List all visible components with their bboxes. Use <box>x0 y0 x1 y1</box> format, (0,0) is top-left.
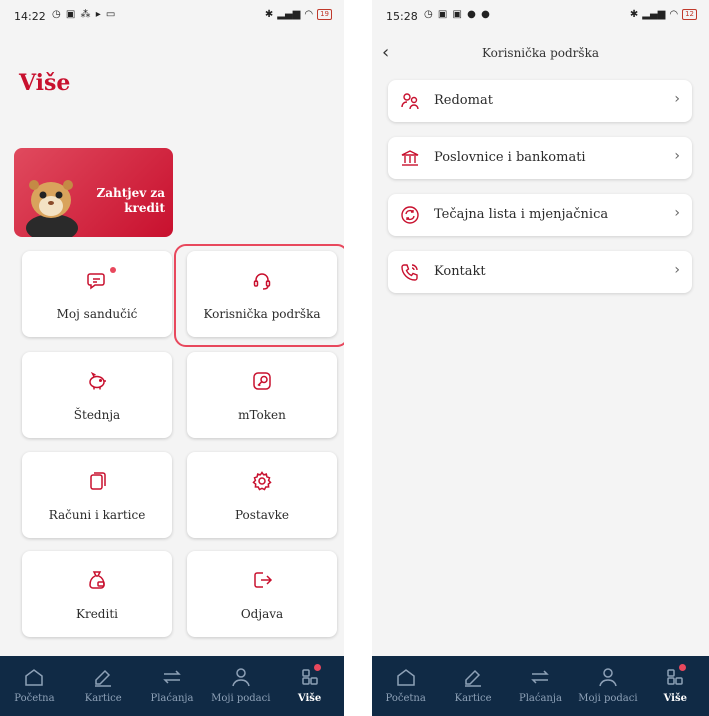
transfer-arrows-icon <box>163 670 181 684</box>
nav-cards[interactable]: Kartice <box>439 656 506 704</box>
tile-mailbox[interactable]: Moj sandučić <box>22 251 172 337</box>
tile-label: Postavke <box>234 508 290 522</box>
chevron-right-icon: › <box>674 91 680 107</box>
row-label: Poslovnice i bankomati <box>434 150 586 165</box>
nav-label: Moji podaci <box>211 693 271 704</box>
nav-label: Početna <box>14 693 55 704</box>
row-label: Tečajna lista i mjenjačnica <box>434 207 609 222</box>
row-label: Kontakt <box>434 264 486 279</box>
nav-more[interactable]: Više <box>275 656 344 704</box>
home-icon <box>396 669 415 686</box>
bank-icon <box>401 150 419 166</box>
status-bar: 15:28 ◷ ▣ ▣ ● ● ✱ ▂▄▆ ◠ 12 <box>372 0 709 36</box>
nav-label: Više <box>663 693 687 704</box>
status-time: 15:28 <box>386 10 418 23</box>
nav-my-data[interactable]: Moji podaci <box>574 656 641 704</box>
gear-icon <box>252 471 272 491</box>
page-title: Korisnička podrška <box>481 46 600 60</box>
piggy-bank-icon <box>89 371 106 390</box>
card-icon <box>95 669 112 687</box>
unread-badge <box>110 267 116 273</box>
hamster-mascot-icon <box>26 180 78 237</box>
nav-badge <box>313 664 321 671</box>
header: ‹ Korisnička podrška <box>372 42 709 70</box>
chevron-right-icon: › <box>674 262 680 278</box>
home-icon <box>25 669 44 686</box>
nav-more[interactable]: Više <box>642 656 709 704</box>
wifi-icon: ◠ <box>304 9 314 20</box>
tile-label: Računi i kartice <box>48 508 146 522</box>
system-icons: ✱ ▂▄▆ ◠ 19 <box>265 9 332 20</box>
tile-label: Krediti <box>76 607 118 621</box>
chevron-right-icon: › <box>674 205 680 221</box>
signal-icon: ▂▄▆ <box>277 9 301 20</box>
tile-logout[interactable]: Odjava <box>187 551 337 637</box>
cards-icon <box>90 472 106 490</box>
page-title: Više <box>19 70 71 96</box>
tile-label: mToken <box>238 408 286 422</box>
logout-icon <box>254 572 273 588</box>
row-contact[interactable]: Kontakt › <box>388 251 692 293</box>
phone-icon <box>401 264 418 281</box>
nav-cards[interactable]: Kartice <box>69 656 138 704</box>
more-screen: 14:22 ◷ ▣ ⁂ ▸ ▭ ✱ ▂▄▆ ◠ 19 Više Zahtjev … <box>0 0 344 716</box>
wifi-icon: ◠ <box>669 9 679 20</box>
customer-support-screen: 15:28 ◷ ▣ ▣ ● ● ✱ ▂▄▆ ◠ 12 ‹ Korisnička … <box>372 0 709 716</box>
signal-icon: ▂▄▆ <box>642 9 666 20</box>
user-icon <box>232 668 250 687</box>
nav-label: Kartice <box>84 693 122 704</box>
nav-label: Moji podaci <box>578 693 638 704</box>
notification-icons: ◷ ▣ ⁂ ▸ ▭ <box>52 9 117 20</box>
nav-label: Plaćanja <box>150 693 194 704</box>
loan-request-banner[interactable]: Zahtjev za kredit <box>14 148 173 237</box>
transfer-arrows-icon <box>531 670 550 684</box>
notification-icons: ◷ ▣ ▣ ● ● <box>424 9 491 20</box>
nav-home[interactable]: Početna <box>372 656 439 704</box>
system-icons: ✱ ▂▄▆ ◠ 12 <box>630 9 697 20</box>
tile-savings[interactable]: Štednja <box>22 352 172 438</box>
bottom-nav: Početna Kartice Plaćanja Moji podaci Viš… <box>0 656 344 716</box>
battery-icon: 12 <box>682 9 697 20</box>
status-bar: 14:22 ◷ ▣ ⁂ ▸ ▭ ✱ ▂▄▆ ◠ 19 <box>0 0 344 36</box>
tile-label: Odjava <box>240 607 284 621</box>
bottom-nav: Početna Kartice Plaćanja Moji podaci Viš… <box>372 656 709 716</box>
nav-label: Više <box>297 693 322 704</box>
status-time: 14:22 <box>14 10 46 23</box>
nav-home[interactable]: Početna <box>0 656 69 704</box>
tile-settings[interactable]: Postavke <box>187 452 337 538</box>
message-icon <box>87 273 105 290</box>
highlight-outline <box>174 244 344 347</box>
chevron-right-icon: › <box>674 148 680 164</box>
row-label: Redomat <box>434 93 493 108</box>
battery-icon: 19 <box>317 9 332 20</box>
row-exchange-rates[interactable]: Tečajna lista i mjenjačnica › <box>388 194 692 236</box>
tile-label: Štednja <box>73 408 121 422</box>
people-icon <box>401 93 419 110</box>
banner-text: Zahtjev za kredit <box>96 186 165 215</box>
tile-loans[interactable]: Krediti <box>22 551 172 637</box>
row-branches-atms[interactable]: Poslovnice i bankomati › <box>388 137 692 179</box>
bluetooth-icon: ✱ <box>629 9 639 20</box>
tile-mtoken[interactable]: mToken <box>187 352 337 438</box>
bluetooth-icon: ✱ <box>264 9 274 20</box>
tile-accounts-cards[interactable]: Računi i kartice <box>22 452 172 538</box>
nav-payments[interactable]: Plaćanja <box>138 656 207 704</box>
nav-payments[interactable]: Plaćanja <box>507 656 574 704</box>
exchange-icon <box>401 206 419 224</box>
nav-label: Plaćanja <box>518 693 562 704</box>
nav-label: Kartice <box>454 693 492 704</box>
nav-my-data[interactable]: Moji podaci <box>206 656 275 704</box>
user-icon <box>599 668 617 687</box>
token-key-icon <box>253 372 271 390</box>
tile-label: Moj sandučić <box>56 307 138 321</box>
row-redomat[interactable]: Redomat › <box>388 80 692 122</box>
nav-label: Početna <box>385 693 426 704</box>
card-icon <box>465 669 482 687</box>
money-bag-icon <box>89 571 105 589</box>
